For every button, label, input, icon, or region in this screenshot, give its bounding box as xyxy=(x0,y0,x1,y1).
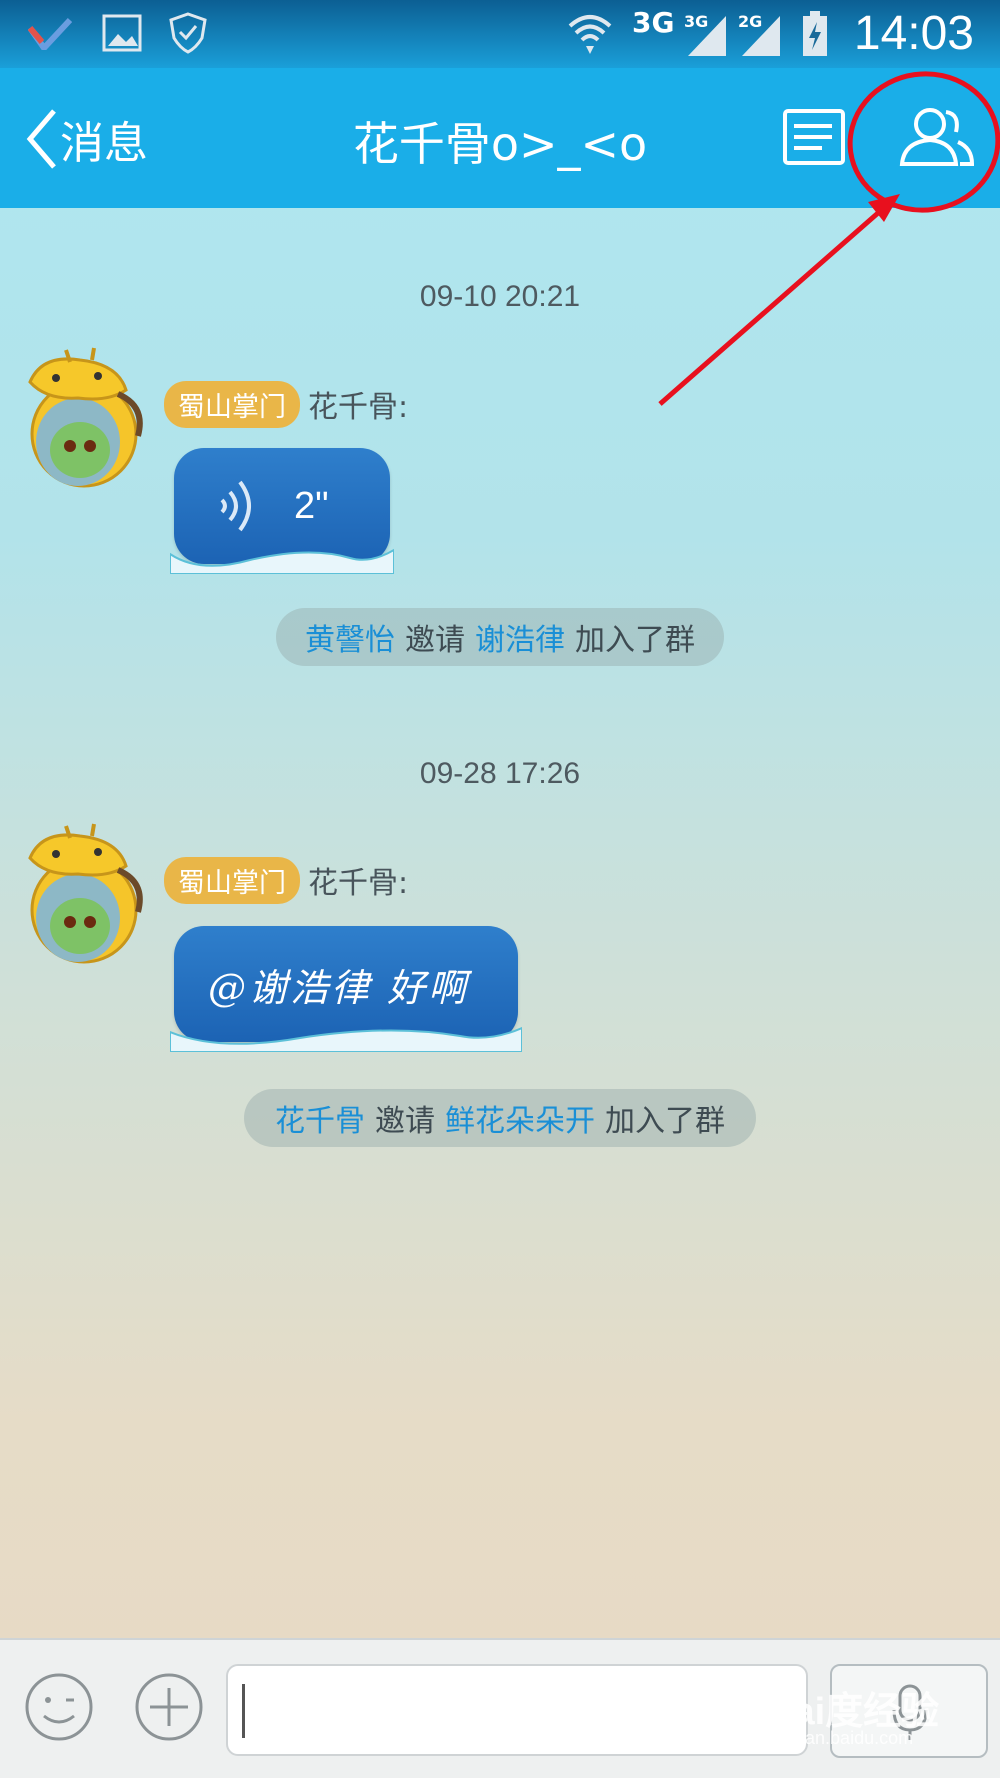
gallery-icon xyxy=(102,14,142,52)
notice-verb: 邀请 xyxy=(375,1104,435,1139)
message-text: @谢浩律 好啊 xyxy=(208,965,470,1010)
text-message-bubble[interactable]: @谢浩律 好啊 xyxy=(170,926,522,1052)
notice-suffix: 加入了群 xyxy=(605,1104,725,1139)
inviter-name[interactable]: 黄謦怡 xyxy=(305,615,395,659)
voice-duration: 2" xyxy=(294,484,329,527)
back-label: 消息 xyxy=(60,118,148,169)
timestamp: 09-10 20:21 xyxy=(419,280,581,313)
sender-name[interactable]: 花千骨: xyxy=(308,382,408,426)
chat-list-icon[interactable] xyxy=(782,108,846,166)
page-title: 花千骨o>_<o xyxy=(352,117,648,171)
sender-name[interactable]: 花千骨: xyxy=(308,858,408,902)
notice-suffix: 加入了群 xyxy=(575,623,695,658)
sender-line: 蜀山掌门 花千骨: xyxy=(164,380,408,428)
plus-icon[interactable] xyxy=(134,1672,204,1742)
status-bar: 3G 3G 2G 14:03 xyxy=(0,0,1000,68)
sender-line: 蜀山掌门 花千骨: xyxy=(164,856,408,904)
notice-verb: 邀请 xyxy=(405,623,465,658)
group-rank-badge: 蜀山掌门 xyxy=(164,856,300,904)
timestamp: 09-28 17:26 xyxy=(419,757,581,790)
group-rank-badge: 蜀山掌门 xyxy=(164,380,300,428)
text-caret xyxy=(242,1684,245,1738)
app-v-icon xyxy=(28,17,72,50)
status-time: 14:03 xyxy=(853,7,974,60)
invitee-name[interactable]: 谢浩律 xyxy=(475,615,565,659)
watermark-url: jingyan.baidu.com xyxy=(768,1728,914,1748)
chat-screen: 3G 3G 2G 14:03 消息 花千骨o>_<o 09-10 20:21 蜀… xyxy=(0,0,1000,1778)
message-input[interactable] xyxy=(226,1664,808,1756)
invitee-name[interactable]: 鲜花朵朵开 xyxy=(445,1096,595,1140)
voice-wave-icon xyxy=(220,480,251,532)
nav-bar: 消息 花千骨o>_<o xyxy=(0,68,1000,208)
signal-icon xyxy=(688,16,726,56)
shield-icon xyxy=(169,12,207,54)
group-members-icon[interactable] xyxy=(896,104,976,170)
back-button[interactable]: 消息 xyxy=(24,104,148,174)
bubble-decoration xyxy=(170,1026,522,1052)
avatar[interactable] xyxy=(22,346,154,504)
system-notice: 黄謦怡 邀请 谢浩律 加入了群 xyxy=(276,608,724,666)
network-type-label: 3G xyxy=(632,6,675,39)
inviter-name[interactable]: 花千骨 xyxy=(275,1096,365,1140)
emoji-icon[interactable] xyxy=(24,1672,94,1742)
system-notice: 花千骨 邀请 鲜花朵朵开 加入了群 xyxy=(244,1089,756,1147)
avatar[interactable] xyxy=(22,822,154,980)
voice-message-bubble[interactable]: 2" xyxy=(170,448,394,574)
battery-charging-icon xyxy=(803,11,827,56)
watermark-logo: Bai度经验 xyxy=(766,1691,940,1733)
bubble-decoration xyxy=(170,548,394,574)
chevron-left-icon xyxy=(26,109,56,169)
wifi-icon xyxy=(568,15,612,54)
signal-icon xyxy=(742,16,780,56)
